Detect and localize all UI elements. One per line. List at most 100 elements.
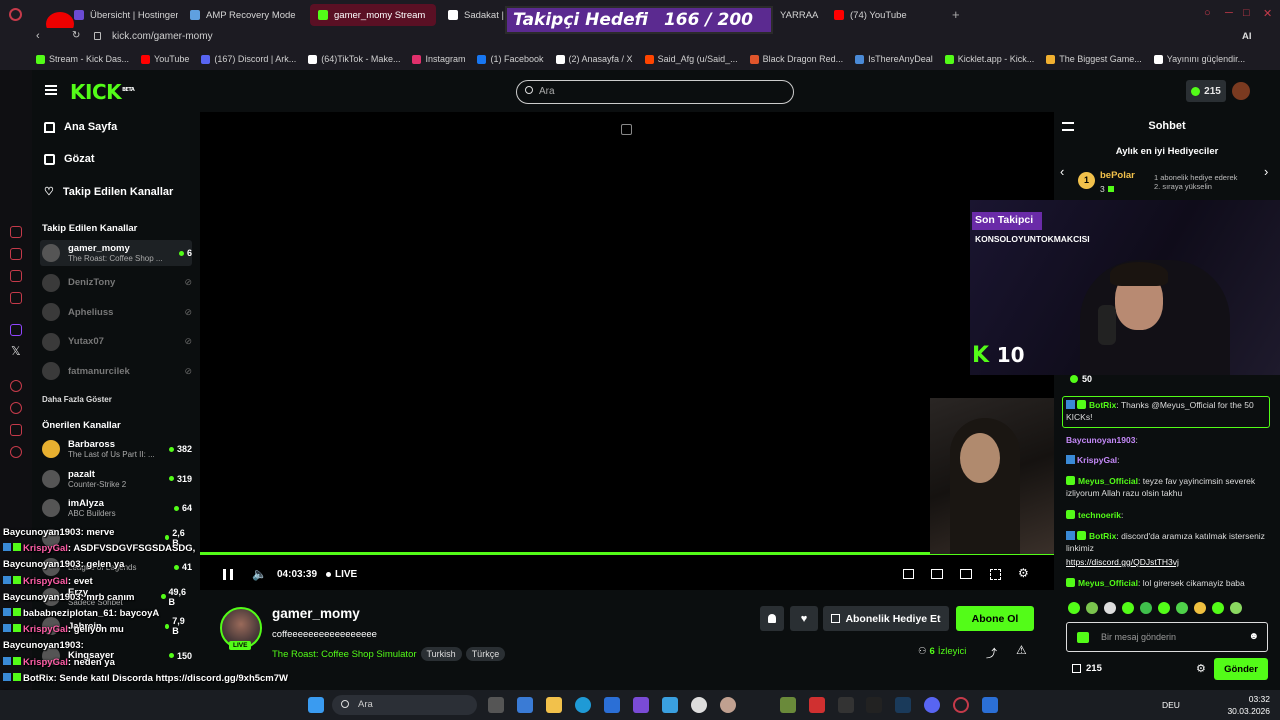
emote-icon-5[interactable] <box>1140 602 1152 614</box>
app-icon[interactable] <box>720 697 736 713</box>
tab-kick-stream[interactable]: gamer_momy Stream <box>310 4 436 26</box>
chat-settings-icon[interactable]: ⚙ <box>1196 662 1206 675</box>
category-link[interactable]: The Roast: Coffee Shop Simulator <box>272 649 417 660</box>
discord-icon[interactable] <box>924 697 940 713</box>
opera-logo-icon[interactable] <box>9 8 22 21</box>
ai-button[interactable]: AI <box>1242 31 1252 42</box>
emote-icon-4[interactable] <box>1122 602 1134 614</box>
followed-channel-item[interactable]: Yutax07 ⊘ <box>40 329 192 355</box>
video-player[interactable]: 🔈 04:03:39 LIVE ⚙ <box>200 112 1054 590</box>
url-field[interactable]: kick.com/gamer-momy <box>112 31 213 42</box>
followed-channel-item[interactable]: DenizTony ⊘ <box>40 270 192 296</box>
channel-name[interactable]: gamer_momy <box>272 606 360 621</box>
clip-icon[interactable] <box>931 569 943 579</box>
chat-input[interactable]: Bir mesaj gönderin ☻ <box>1066 622 1268 652</box>
back-icon[interactable]: ‹ <box>36 30 40 42</box>
language-indicator[interactable]: DEU <box>1162 700 1180 710</box>
tab-youtube[interactable]: (74) YouTube <box>826 4 926 26</box>
nav-following[interactable]: ♡ Takip Edilen Kanallar <box>44 185 173 199</box>
wallet-icon[interactable] <box>10 248 22 260</box>
tab-hostinger[interactable]: Übersicht | Hostinger <box>66 4 178 26</box>
leaderboard-prev-icon[interactable]: ‹ <box>1060 164 1064 179</box>
close-icon[interactable]: ✕ <box>1263 7 1272 20</box>
system-clock[interactable]: 03:32 30.03.2026 <box>1227 694 1270 718</box>
messenger-icon[interactable] <box>10 270 22 282</box>
share-icon[interactable]: ⤴ <box>986 645 997 661</box>
steam-icon[interactable] <box>895 697 911 713</box>
tab-sadakat[interactable]: Sadakat | Ya <box>440 4 506 26</box>
windows-start-icon[interactable] <box>308 697 324 713</box>
emote-icon-1[interactable] <box>1068 602 1080 614</box>
emote-icon-8[interactable] <box>1194 602 1206 614</box>
notification-button[interactable] <box>760 606 784 631</box>
bookmark-item[interactable]: Yayınını güçlendir... <box>1153 54 1245 64</box>
miniplayer-icon[interactable] <box>903 569 914 579</box>
bookmark-item[interactable]: (2) Anasayfa / X <box>555 54 633 64</box>
settings-icon[interactable] <box>10 446 22 458</box>
report-icon[interactable]: ⚠ <box>1016 643 1027 657</box>
reload-icon[interactable]: ↻ <box>72 30 80 41</box>
emote-icon-7[interactable] <box>1176 602 1188 614</box>
bookmark-item[interactable]: The Biggest Game... <box>1046 54 1142 64</box>
popout-icon[interactable] <box>621 124 632 135</box>
github-icon[interactable] <box>691 697 707 713</box>
red-app-icon[interactable] <box>809 697 825 713</box>
suggested-channel-item[interactable]: imAlyza ABC Builders 64 <box>40 495 192 521</box>
music-icon[interactable] <box>10 292 22 304</box>
nav-browse[interactable]: Gözat <box>44 153 95 165</box>
followed-channel-item[interactable]: Apheliuss ⊘ <box>40 299 192 325</box>
nav-home[interactable]: Ana Sayfa <box>44 121 117 133</box>
kick-logo[interactable]: KICKBETA <box>70 80 135 104</box>
show-more-link[interactable]: Daha Fazla Göster <box>42 395 112 404</box>
bookmark-item[interactable]: (167) Discord | Ark... <box>201 54 296 64</box>
chat-kicks-balance[interactable]: 215 <box>1072 663 1102 674</box>
tag-turkish[interactable]: Turkish <box>420 647 462 661</box>
app-grid-icon[interactable] <box>633 697 649 713</box>
search-input[interactable]: Ara <box>516 80 794 104</box>
top-gifter-name[interactable]: bePolar <box>1100 170 1135 181</box>
epic-icon[interactable] <box>838 697 854 713</box>
bookmark-item[interactable]: (64)TikTok - Make... <box>308 54 400 64</box>
aria-icon[interactable] <box>10 226 22 238</box>
suggested-channel-item[interactable]: pazalt Counter-Strike 2 319 <box>40 466 192 492</box>
store-icon[interactable] <box>604 697 620 713</box>
history-icon[interactable] <box>10 402 22 414</box>
new-tab-icon[interactable]: + <box>952 7 960 22</box>
twitch-icon[interactable] <box>10 324 22 336</box>
chat-username[interactable]: Baycunoyan1903 <box>1066 435 1135 445</box>
emote-icon-10[interactable] <box>1230 602 1242 614</box>
security-icon[interactable] <box>982 697 998 713</box>
pause-icon[interactable] <box>223 569 233 580</box>
menu-icon[interactable] <box>45 85 57 95</box>
widgets-icon[interactable] <box>517 697 533 713</box>
bookmark-item[interactable]: YouTube <box>141 54 189 64</box>
tab-yarraa[interactable]: YARRAA <box>772 4 822 26</box>
suggested-channel-item[interactable]: Barbaross The Last of Us Part II: ... 382 <box>40 436 192 462</box>
theater-mode-icon[interactable] <box>960 569 972 579</box>
followed-channel-item[interactable]: gamer_momy The Roast: Coffee Shop ... 6 <box>40 240 192 266</box>
bookmark-item[interactable]: Stream - Kick Das... <box>36 54 129 64</box>
followed-channel-item[interactable]: fatmanurcilek ⊘ <box>40 358 192 384</box>
emote-icon-6[interactable] <box>1158 602 1170 614</box>
fullscreen-icon[interactable] <box>990 569 1001 580</box>
bookmark-item[interactable]: (1) Facebook <box>477 54 544 64</box>
minecraft-icon[interactable] <box>780 697 796 713</box>
pinboard-icon[interactable] <box>10 424 22 436</box>
user-avatar[interactable] <box>1232 82 1250 100</box>
settings-gear-icon[interactable]: ⚙ <box>1018 566 1029 580</box>
maximize-icon[interactable]: □ <box>1243 7 1250 19</box>
emote-icon-3[interactable] <box>1104 602 1116 614</box>
chat-username[interactable]: BotRix <box>1089 531 1116 541</box>
player-icon[interactable] <box>10 380 22 392</box>
send-button[interactable]: Gönder <box>1214 658 1268 680</box>
chat-link[interactable]: https://discord.gg/QDJstTH3vj <box>1066 557 1179 567</box>
chat-username[interactable]: KrispyGal <box>1077 455 1117 465</box>
chat-username[interactable]: technoerik <box>1078 510 1121 520</box>
subscribe-button[interactable]: Abone Ol <box>956 606 1034 631</box>
bookmark-item[interactable]: Kicklet.app - Kick... <box>944 54 1034 64</box>
emote-bar[interactable] <box>1068 602 1242 614</box>
volume-icon[interactable]: 🔈 <box>252 567 267 581</box>
emote-icon-2[interactable] <box>1086 602 1098 614</box>
chat-username[interactable]: BotRix <box>1089 400 1116 410</box>
emoji-icon[interactable]: ☻ <box>1248 631 1259 642</box>
